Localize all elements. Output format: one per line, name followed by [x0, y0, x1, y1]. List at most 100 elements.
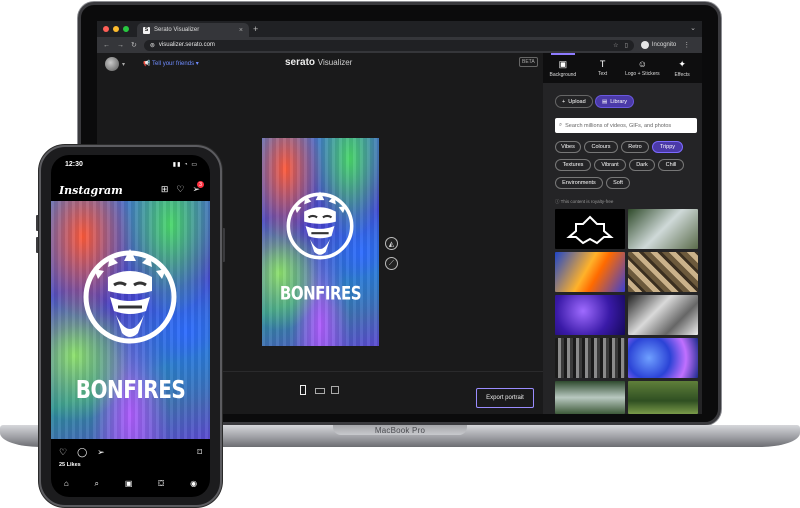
instagram-header: Instagram ⊞ ♡ ➢ 3 [51, 179, 210, 199]
chip-vibes[interactable]: Vibes [555, 141, 581, 153]
chip-textures[interactable]: Textures [555, 159, 591, 171]
address-bar[interactable]: ⊚ visualizer.serato.com ☆ ▯ [143, 39, 634, 51]
side-panel-icon[interactable]: ▯ [625, 42, 628, 49]
site-info-icon[interactable]: ⊚ [150, 42, 155, 49]
library-thumbnail[interactable] [555, 381, 625, 414]
panel-tabs: ▣ Background T Text ☺ Logo + Stickers ✦ … [543, 53, 702, 83]
phone-notch [107, 155, 155, 165]
bonfires-emblem-icon [286, 191, 354, 260]
library-thumbnail[interactable] [628, 209, 698, 249]
chip-environments[interactable]: Environments [555, 177, 603, 189]
tab-label: Background [549, 71, 577, 78]
sticker-icon: ☺ [637, 59, 647, 69]
likes-count: 25 Likes [59, 462, 81, 468]
shop-icon[interactable]: ⛋ [158, 479, 164, 489]
text-icon: T [599, 59, 606, 69]
share-icon[interactable]: ➢ [97, 447, 105, 458]
library-thumbnail[interactable] [555, 252, 625, 292]
tab-search-chevron-icon[interactable]: ⌄ [690, 24, 696, 32]
chip-retro[interactable]: Retro [621, 141, 649, 153]
tab-logo-stickers[interactable]: ☺ Logo + Stickers [623, 53, 663, 83]
like-heart-icon[interactable]: ♡ [59, 447, 67, 458]
chip-chill[interactable]: Chill [658, 159, 684, 171]
forward-arrow-icon[interactable]: → [117, 42, 124, 49]
tab-effects[interactable]: ✦ Effects [662, 53, 702, 83]
library-thumbnail[interactable] [628, 295, 698, 335]
export-portrait-button[interactable]: Export portrait [476, 388, 534, 408]
library-thumbnail[interactable] [555, 295, 625, 335]
heart-icon[interactable]: ♡ [176, 184, 184, 195]
user-avatar[interactable] [105, 57, 119, 71]
avatar-chevron-icon[interactable]: ▾ [122, 61, 125, 68]
preview-canvas[interactable]: BONFIRES [262, 138, 379, 346]
bonfires-emblem-icon [83, 249, 177, 344]
media-search-input[interactable]: ⌕ Search millions of videos, GIFs, and p… [555, 118, 697, 133]
brand-product: Visualizer [317, 58, 353, 67]
save-bookmark-icon[interactable]: ⌑ [197, 447, 202, 458]
comment-icon[interactable]: ◯ [77, 447, 87, 458]
library-label: Library [610, 98, 628, 105]
chip-soft[interactable]: Soft [606, 177, 630, 189]
chip-vibrant[interactable]: Vibrant [594, 159, 626, 171]
search-placeholder: Search millions of videos, GIFs, and pho… [565, 122, 672, 129]
sparkle-icon: ✦ [678, 58, 686, 69]
library-thumbnail[interactable] [555, 338, 625, 378]
library-thumbnail[interactable] [555, 209, 625, 249]
bonfires-emblem-icon [566, 215, 614, 245]
preview-title: BONFIRES [279, 281, 362, 305]
incognito-icon [640, 41, 649, 49]
profile-icon[interactable]: ◉ [190, 479, 197, 489]
url-text: visualizer.serato.com [158, 42, 215, 48]
library-button[interactable]: ▤ Library [595, 95, 635, 108]
instagram-post-image[interactable]: BONFIRES [51, 201, 210, 439]
post-actions: ♡ ◯ ➢ [59, 447, 105, 458]
profile-label: Incognito [651, 42, 677, 48]
chip-dark[interactable]: Dark [629, 159, 655, 171]
upload-button[interactable]: + Upload [555, 95, 593, 108]
library-thumbnail[interactable] [628, 381, 698, 414]
bookmark-star-icon[interactable]: ☆ [613, 42, 618, 49]
browser-tab[interactable]: S Serato Visualizer × [137, 23, 249, 37]
minimize-window-button[interactable] [113, 26, 119, 32]
library-icon: ▤ [602, 98, 608, 105]
tab-title: Serato Visualizer [154, 27, 200, 33]
incognito-profile[interactable]: Incognito [640, 41, 677, 49]
ratio-square-icon[interactable] [331, 386, 339, 394]
phone-power-button [222, 228, 225, 262]
tab-background[interactable]: ▣ Background [543, 53, 583, 83]
back-arrow-icon[interactable]: ← [103, 42, 110, 49]
search-icon[interactable]: ⌕ [95, 479, 99, 489]
royalty-note: ⓘ This content is royalty-free [555, 199, 614, 204]
tab-text[interactable]: T Text [583, 53, 623, 83]
tab-label: Logo + Stickers [625, 71, 660, 77]
serato-logo: serato Visualizer [285, 57, 352, 68]
add-post-icon[interactable]: ⊞ [161, 184, 169, 195]
library-thumbnail[interactable] [628, 338, 698, 378]
plus-icon: + [562, 98, 566, 105]
asset-panel: ▣ Background T Text ☺ Logo + Stickers ✦ … [543, 53, 702, 414]
library-thumbnail[interactable] [628, 252, 698, 292]
chevron-down-icon: ▾ [195, 61, 199, 67]
close-tab-icon[interactable]: × [239, 27, 243, 34]
tell-friends-label: Tell your friends [152, 61, 195, 67]
ratio-landscape-icon[interactable] [315, 388, 325, 394]
reels-icon[interactable]: ▣ [125, 479, 133, 489]
chip-trippy[interactable]: Trippy [652, 141, 683, 153]
maximize-window-button[interactable] [123, 26, 129, 32]
status-time: 12:30 [65, 161, 83, 168]
megaphone-icon: 📢 [143, 61, 151, 67]
home-icon[interactable]: ⌂ [64, 479, 69, 489]
tab-label: Effects [674, 71, 690, 78]
flip-icon[interactable]: ◭ [385, 237, 398, 250]
reload-icon[interactable]: ↻ [131, 41, 137, 49]
magic-wand-icon[interactable]: ⟋ [385, 257, 398, 270]
close-window-button[interactable] [103, 26, 109, 32]
ratio-portrait-icon[interactable] [300, 385, 306, 395]
chip-colours[interactable]: Colours [584, 141, 618, 153]
upload-label: Upload [568, 98, 586, 105]
new-tab-icon[interactable]: + [253, 24, 258, 34]
browser-menu-icon[interactable]: ⋮ [683, 41, 690, 49]
signal-wifi-battery-icon: ▮▮ ◔ ▭ [172, 162, 198, 168]
tell-friends-link[interactable]: 📢 Tell your friends ▾ [143, 60, 199, 67]
phone-frame: 12:30 ▮▮ ◔ ▭ Instagram ⊞ ♡ ➢ 3 BONFIRES … [39, 145, 222, 507]
